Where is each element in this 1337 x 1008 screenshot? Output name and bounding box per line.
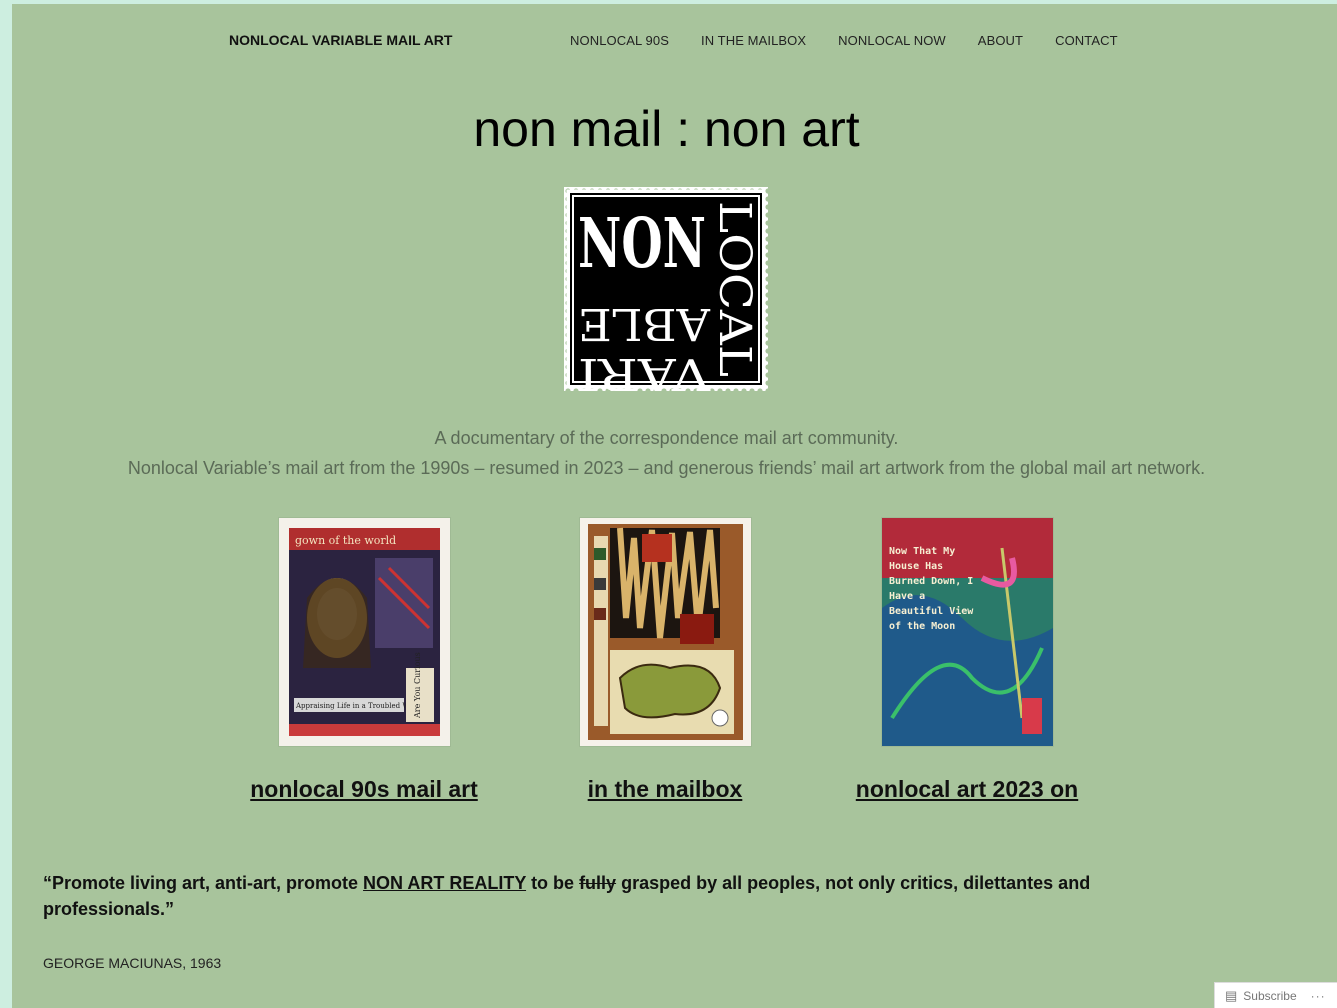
- maciunas-quote: “Promote living art, anti-art, promote N…: [43, 870, 1223, 922]
- poem-line-2: House Has: [889, 561, 943, 572]
- thumb-strip-text: Appraising Life in a Troubled World: [295, 702, 424, 710]
- nav-item-nonlocal-90s[interactable]: NONLOCAL 90S: [570, 33, 669, 48]
- poem-line-3: Burned Down, I: [889, 576, 973, 587]
- quote-part-1: “Promote living art, anti-art, promote: [43, 873, 364, 893]
- link-in-the-mailbox[interactable]: in the mailbox: [588, 776, 743, 803]
- svg-text:LOCAL: LOCAL: [709, 201, 760, 377]
- page-headline: non mail : non art: [473, 101, 860, 157]
- link-nonlocal-90s-mail-art[interactable]: nonlocal 90s mail art: [250, 776, 478, 803]
- tagline-secondary: Nonlocal Variable’s mail art from the 19…: [127, 458, 1206, 478]
- moon-poem-artwork-thumbnail[interactable]: Now That My House Has Burned Down, I Hav…: [881, 518, 1053, 746]
- thumb-title-text: gown of the world: [295, 534, 396, 547]
- mona-lisa-collage-thumbnail[interactable]: gown of the world Appraising Life in a T…: [278, 518, 450, 746]
- poem-line-4: Have a: [889, 591, 925, 602]
- subscribe-bar: ▤ Subscribe ···: [1214, 982, 1337, 1008]
- page: NONLOCAL VARIABLE MAIL ART NONLOCAL 90S …: [12, 4, 1337, 1008]
- site-title-link[interactable]: NONLOCAL VARIABLE MAIL ART: [229, 32, 452, 48]
- poem-line-5: Beautiful View: [889, 605, 974, 617]
- nav-item-contact[interactable]: CONTACT: [1055, 33, 1118, 48]
- quote-non-art-reality: NON ART REALITY: [363, 873, 527, 893]
- mailbox-collage-thumbnail[interactable]: [579, 518, 751, 746]
- main-nav: NONLOCAL 90S IN THE MAILBOX NONLOCAL NOW…: [570, 33, 1150, 48]
- card-in-the-mailbox: in the mailbox: [515, 518, 815, 803]
- card-nonlocal-90s: gown of the world Appraising Life in a T…: [214, 518, 514, 803]
- svg-text:NON: NON: [578, 204, 706, 284]
- nav-item-about[interactable]: ABOUT: [978, 33, 1023, 48]
- tagline-primary: A documentary of the correspondence mail…: [434, 428, 899, 448]
- card-nonlocal-art-2023: Now That My House Has Burned Down, I Hav…: [817, 518, 1117, 803]
- svg-text:ABLE: ABLE: [578, 298, 711, 349]
- nav-item-nonlocal-now[interactable]: NONLOCAL NOW: [838, 33, 946, 48]
- quote-attribution: GEORGE MACIUNAS, 1963: [43, 955, 222, 971]
- poem-line-1: Now That My: [889, 546, 955, 557]
- svg-text:VARI: VARI: [578, 348, 711, 391]
- link-nonlocal-art-2023-on[interactable]: nonlocal art 2023 on: [856, 776, 1078, 803]
- subscribe-button[interactable]: Subscribe: [1243, 989, 1296, 1003]
- quote-part-2: to be: [526, 873, 580, 893]
- thumb-caption-text: Are You Curious: [413, 652, 422, 719]
- more-options-icon[interactable]: ···: [1311, 989, 1326, 1003]
- poem-line-6: of the Moon: [889, 621, 955, 632]
- reader-icon: ▤: [1225, 987, 1238, 1003]
- nonlocal-variable-logo: NON LOCAL ABLE VARI: [564, 187, 768, 391]
- quote-struck-word: fully: [579, 873, 617, 893]
- nav-item-in-the-mailbox[interactable]: IN THE MAILBOX: [701, 33, 806, 48]
